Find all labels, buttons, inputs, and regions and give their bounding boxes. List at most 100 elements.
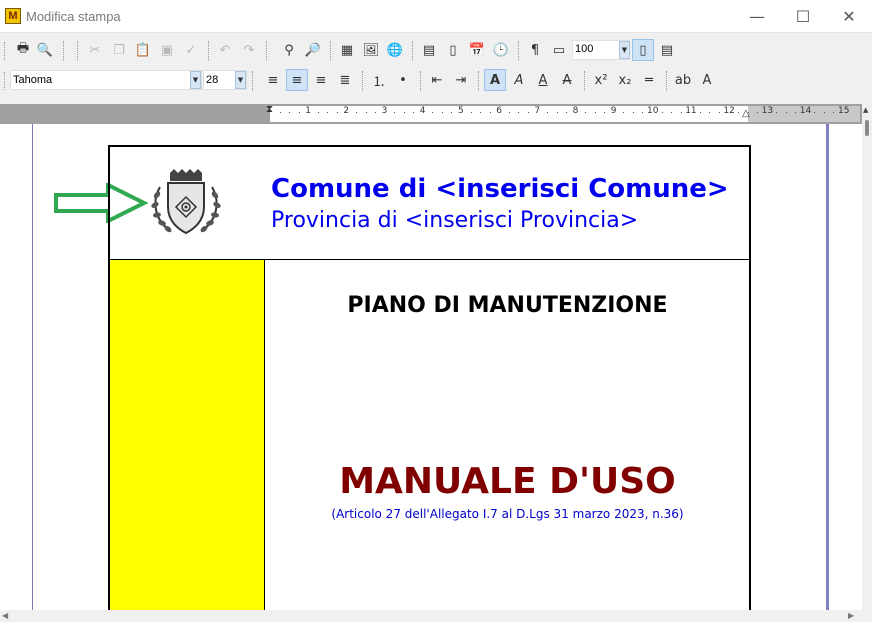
paste-icon[interactable]: 📋 xyxy=(132,39,154,61)
font-name-dropdown-arrow[interactable]: ▼ xyxy=(190,71,201,89)
insert-image-icon[interactable]: 🖼 xyxy=(360,39,382,61)
ruler-number: 6 xyxy=(496,106,502,116)
toolbar-grip[interactable] xyxy=(4,72,8,90)
ruler-tick xyxy=(776,112,778,113)
increase-indent-icon[interactable]: ⇥ xyxy=(450,69,472,91)
toolbar-separator xyxy=(208,41,209,61)
ruler-tick xyxy=(546,112,548,113)
font-name-combo[interactable]: Tahoma ▼ xyxy=(10,70,202,90)
font-size-dropdown-arrow[interactable]: ▼ xyxy=(235,71,246,89)
maximize-button[interactable]: ☐ xyxy=(780,0,826,32)
page-break-icon[interactable]: ▤ xyxy=(418,39,440,61)
ruler-tick xyxy=(470,112,472,113)
scroll-up-icon[interactable]: ▲ xyxy=(863,106,868,114)
align-center-icon[interactable]: ≡ xyxy=(286,69,308,91)
justify-icon[interactable]: ≣ xyxy=(334,69,356,91)
decrease-indent-icon[interactable]: ⇤ xyxy=(426,69,448,91)
ruler-tick xyxy=(518,112,520,113)
cut-icon[interactable]: ✂ xyxy=(84,39,106,61)
document-view-icon[interactable]: ▤ xyxy=(656,39,678,61)
ruler-number: 10 xyxy=(647,106,659,116)
font-name-value: Tahoma xyxy=(13,74,53,86)
italic-icon[interactable]: A xyxy=(508,69,530,91)
align-right-icon[interactable]: ≡ xyxy=(310,69,332,91)
standard-toolbar: 🖶 🔍 ✂ ❐ 📋 ▣ ✓ ↶ ↷ ⚲ 🔎 ▦ 🖼 🌐 ▤ ▯ 📅 🕒 ¶ ▭ … xyxy=(0,36,872,66)
ruler-tick xyxy=(375,112,377,113)
ruler-active-area[interactable] xyxy=(270,106,748,122)
print-preview-icon[interactable]: 🔍 xyxy=(34,39,56,61)
scroll-right-icon[interactable]: ▶ xyxy=(848,611,854,620)
ruler-tick xyxy=(737,112,739,113)
copy-icon[interactable]: ❐ xyxy=(108,39,130,61)
undo-icon[interactable]: ↶ xyxy=(214,39,236,61)
insert-hyperlink-icon[interactable]: 🌐 xyxy=(384,39,406,61)
toolbar-separator xyxy=(266,41,267,61)
vertical-scrollbar[interactable]: ▲ xyxy=(862,104,872,610)
ruler-tick xyxy=(441,112,443,113)
highlight-color-icon[interactable]: ab xyxy=(672,69,694,91)
toolbar-separator xyxy=(478,71,479,91)
ruler-tick xyxy=(480,112,482,113)
font-color-icon[interactable]: A xyxy=(696,69,718,91)
superscript-icon[interactable]: x² xyxy=(590,69,612,91)
select-all-icon[interactable]: ▣ xyxy=(156,39,178,61)
toolbar-separator xyxy=(252,71,253,91)
ruler-tick xyxy=(527,112,529,113)
toolbar-separator xyxy=(666,71,667,91)
numbered-list-icon[interactable]: ⒈ xyxy=(368,69,390,91)
ruler-number: 13 xyxy=(761,106,774,116)
scroll-left-icon[interactable]: ◀ xyxy=(2,611,8,620)
page-view-icon[interactable]: ▯ xyxy=(632,39,654,61)
zoom-combo[interactable]: 100 ▼ xyxy=(572,40,630,60)
ruler-tick xyxy=(298,112,300,113)
ruler-tick xyxy=(317,112,319,113)
zoom-value: 100 xyxy=(575,43,594,55)
subscript-icon[interactable]: x₂ xyxy=(614,69,636,91)
horizontal-scrollbar[interactable]: ◀ ▶ xyxy=(0,610,872,622)
font-size-combo[interactable]: 28 ▼ xyxy=(203,70,247,90)
formatting-toolbar: Tahoma ▼ 28 ▼ ≡ ≡ ≡ ≣ ⒈ • ⇤ ⇥ A A A A x²… xyxy=(0,66,872,96)
ruler-number: 14 xyxy=(799,106,812,116)
app-icon: M xyxy=(5,8,21,24)
show-formatting-icon[interactable]: ¶ xyxy=(524,39,546,61)
document-canvas[interactable]: Comune di <inserisci Comune> Provincia d… xyxy=(0,124,862,610)
spellcheck-icon[interactable]: ✓ xyxy=(180,39,202,61)
ruler-number: 2 xyxy=(343,106,350,116)
ruler-tick xyxy=(289,112,291,113)
ruler-tick xyxy=(823,112,825,113)
ruler-tick xyxy=(585,112,587,113)
zoom-dropdown-arrow[interactable]: ▼ xyxy=(619,41,630,59)
insert-date-icon[interactable]: 📅 xyxy=(466,39,488,61)
find-icon[interactable]: ⚲ xyxy=(278,39,300,61)
print-icon[interactable]: 🖶 xyxy=(12,39,34,61)
municipal-coat-of-arms-icon xyxy=(151,169,221,235)
bulleted-list-icon[interactable]: • xyxy=(392,69,414,91)
left-indent-marker[interactable]: ⧗ xyxy=(266,104,273,115)
vertical-scroll-thumb[interactable] xyxy=(865,120,869,136)
ruler-tick xyxy=(327,112,329,113)
horizontal-ruler[interactable]: ⧗ △ 1 2 3 4 5 6 7 8 9 10 11 12 13 14 15 xyxy=(0,104,872,124)
ruler-number: 7 xyxy=(534,106,541,116)
insert-table-icon[interactable]: ▦ xyxy=(336,39,358,61)
ruler-tick xyxy=(632,112,634,113)
horizontal-line-icon[interactable]: ═ xyxy=(638,69,660,91)
align-left-icon[interactable]: ≡ xyxy=(262,69,284,91)
toolbar-grip[interactable] xyxy=(4,42,8,60)
window-title: Modifica stampa xyxy=(26,9,121,24)
page-layout-icon[interactable]: ▯ xyxy=(442,39,464,61)
insert-time-icon[interactable]: 🕒 xyxy=(490,39,512,61)
zoom-icon[interactable]: 🔎 xyxy=(302,39,324,61)
redo-icon[interactable]: ↷ xyxy=(238,39,260,61)
ruler-tick xyxy=(566,112,568,113)
underline-icon[interactable]: A xyxy=(532,69,554,91)
minimize-button[interactable]: — xyxy=(734,0,780,32)
ruler-tick xyxy=(432,112,434,113)
highlight-field-icon[interactable]: ▭ xyxy=(548,39,570,61)
ruler-tick xyxy=(451,112,453,113)
cover-table: Comune di <inserisci Comune> Provincia d… xyxy=(108,145,751,610)
ruler-tick xyxy=(747,112,749,113)
strikethrough-icon[interactable]: A xyxy=(556,69,578,91)
right-indent-marker[interactable]: △ xyxy=(742,108,750,119)
bold-icon[interactable]: A xyxy=(484,69,506,91)
close-button[interactable]: ✕ xyxy=(826,0,872,32)
